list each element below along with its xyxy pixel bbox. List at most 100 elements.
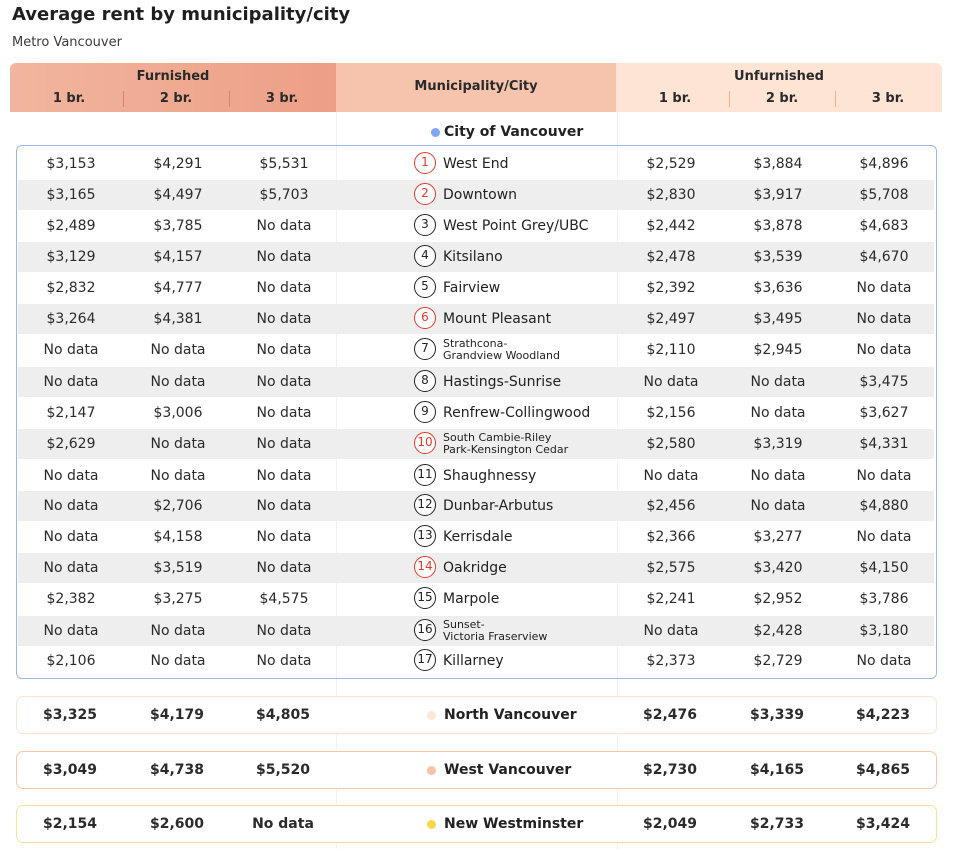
unfurnished-3br-header: 3 br. (871, 91, 905, 106)
rent-cell-u3: $4,331 (859, 436, 909, 452)
rent-cell-u1: $2,497 (646, 311, 696, 327)
furnished-header: Furnished 1 br. 2 br. 3 br. (10, 63, 336, 112)
rent-cell-f3: $5,531 (259, 156, 309, 172)
table-row: No data $3,519 No data $2,575 $3,420 $4,150 14… (18, 553, 934, 583)
city-of-vancouver-dot (431, 128, 440, 137)
rent-cell-u2: $2,952 (753, 591, 803, 607)
area-name: West End (443, 156, 509, 172)
table-row: $2,382 $3,275 $4,575 $2,241 $2,952 $3,786 15 Ma… (18, 584, 934, 614)
summary-rent-cell-f3: $4,805 (255, 707, 311, 723)
table-row: $3,165 $4,497 $5,703 $2,830 $3,917 $5,708 2 Dow… (18, 180, 934, 210)
area-name: Dunbar-Arbutus (443, 498, 554, 514)
rent-cell-f1: $2,106 (46, 653, 96, 669)
rent-cell-u3: $5,708 (859, 187, 909, 203)
rent-cell-u3: No data (856, 311, 912, 327)
rent-cell-f1: No data (43, 623, 99, 639)
rent-cell-u2: $3,884 (753, 156, 803, 172)
rent-cell-u1: $2,478 (646, 249, 696, 265)
summary-rent-cell-u2: $3,339 (749, 707, 805, 723)
rent-cell-f1: $2,147 (46, 405, 96, 421)
page-title: Average rent by municipality/city (12, 4, 351, 25)
rent-cell-f2: $3,006 (153, 405, 203, 421)
rent-cell-f2: No data (150, 623, 206, 639)
rent-cell-u1: No data (643, 374, 699, 390)
rent-cell-f2: $4,777 (153, 280, 203, 296)
rent-cell-u2: $3,636 (753, 280, 803, 296)
rent-cell-f3: No data (256, 374, 312, 390)
municipality-header-label: Municipality/City (414, 79, 538, 94)
rent-cell-f3: $5,703 (259, 187, 309, 203)
rent-cell-u2: $3,539 (753, 249, 803, 265)
rent-cell-f1: No data (43, 468, 99, 484)
rent-cell-f2: $3,275 (153, 591, 203, 607)
rent-cell-u1: $2,366 (646, 529, 696, 545)
rent-cell-f2: $2,706 (153, 498, 203, 514)
rent-cell-u1: $2,830 (646, 187, 696, 203)
rent-cell-f3: No data (256, 498, 312, 514)
area-name: West Point Grey/UBC (443, 218, 589, 234)
rent-cell-f2: $4,291 (153, 156, 203, 172)
rent-cell-f2: $4,157 (153, 249, 203, 265)
rent-cell-f3: No data (256, 468, 312, 484)
summary-rent-cell-f2: $2,600 (149, 816, 205, 832)
rent-cell-f1: No data (43, 529, 99, 545)
area-number-badge: 1 (414, 152, 436, 174)
area-number-badge: 5 (414, 276, 436, 298)
table-row: $3,264 $4,381 No data $2,497 $3,495 No data 6 M… (18, 304, 934, 334)
area-name: Mount Pleasant (443, 311, 552, 327)
rent-cell-f3: No data (256, 623, 312, 639)
rent-cell-u1: $2,529 (646, 156, 696, 172)
rent-cell-f2: No data (150, 374, 206, 390)
area-name: Fairview (443, 280, 501, 296)
rent-cell-u3: No data (856, 342, 912, 358)
area-name: Kitsilano (443, 249, 503, 265)
rent-cell-u2: $3,319 (753, 436, 803, 452)
rent-cell-f2: $4,381 (153, 311, 203, 327)
area-name: Shaughnessy (443, 468, 537, 484)
area-name: Killarney (443, 653, 504, 669)
rent-cell-f3: No data (256, 280, 312, 296)
rent-cell-u2: $2,945 (753, 342, 803, 358)
summary-rent-cell-f3: No data (252, 816, 314, 832)
rent-cell-u1: $2,575 (646, 560, 696, 576)
unfurnished-header: Unfurnished 1 br. 2 br. 3 br. (616, 63, 942, 112)
rent-cell-f1: $3,165 (46, 187, 96, 203)
area-number-badge: 16 (414, 619, 436, 641)
rent-cell-u3: $4,880 (859, 498, 909, 514)
summary-rent-cell-u2: $2,733 (749, 816, 805, 832)
rent-cell-u1: $2,442 (646, 218, 696, 234)
rent-cell-u2: $3,277 (753, 529, 803, 545)
rent-cell-u2: No data (750, 498, 806, 514)
area-name: Sunset- Victoria Fraserview (443, 618, 548, 643)
area-number-badge: 6 (414, 307, 436, 329)
rent-cell-u3: $4,683 (859, 218, 909, 234)
area-number-badge: 4 (414, 245, 436, 267)
table-row: $2,629 No data No data $2,580 $3,319 $4,331 10… (18, 429, 934, 459)
rent-cell-f1: $3,264 (46, 311, 96, 327)
rent-cell-f2: No data (150, 653, 206, 669)
rent-cell-f1: $3,129 (46, 249, 96, 265)
rent-cell-u2: No data (750, 374, 806, 390)
unfurnished-1br-header: 1 br. (658, 91, 692, 106)
table-row: $2,832 $4,777 No data $2,392 $3,636 No data 5 F… (18, 273, 934, 303)
area-number-badge: 8 (414, 370, 436, 392)
table-row: $2,106 No data No data $2,373 $2,729 No data 1… (18, 646, 934, 676)
area-name: South Cambie-Riley Park-Kensington Cedar (443, 431, 569, 456)
rent-cell-f1: $2,382 (46, 591, 96, 607)
area-name: Strathcona- Grandview Woodland (443, 337, 560, 362)
rent-cell-u3: $4,150 (859, 560, 909, 576)
furnished-1br-header: 1 br. (52, 91, 86, 106)
area-name: Downtown (443, 187, 518, 203)
legend-dot (427, 820, 436, 829)
unfurnished-2br-header: 2 br. (765, 91, 799, 106)
area-number-badge: 15 (414, 587, 436, 609)
rent-cell-f3: No data (256, 311, 312, 327)
rent-cell-u1: $2,373 (646, 653, 696, 669)
rent-cell-u1: No data (643, 468, 699, 484)
table-row: $3,129 $4,157 No data $2,478 $3,539 $4,670 4 Ki… (18, 242, 934, 272)
rent-cell-u3: No data (856, 529, 912, 545)
table-row: $3,153 $4,291 $5,531 $2,529 $3,884 $4,896 1 Wes… (18, 149, 934, 179)
rent-cell-f3: No data (256, 218, 312, 234)
summary-row-new-westminster: $2,154 $2,600 No data $2,049 $2,733 $3,424 New… (16, 805, 937, 843)
summary-rent-cell-u2: $4,165 (749, 762, 805, 778)
